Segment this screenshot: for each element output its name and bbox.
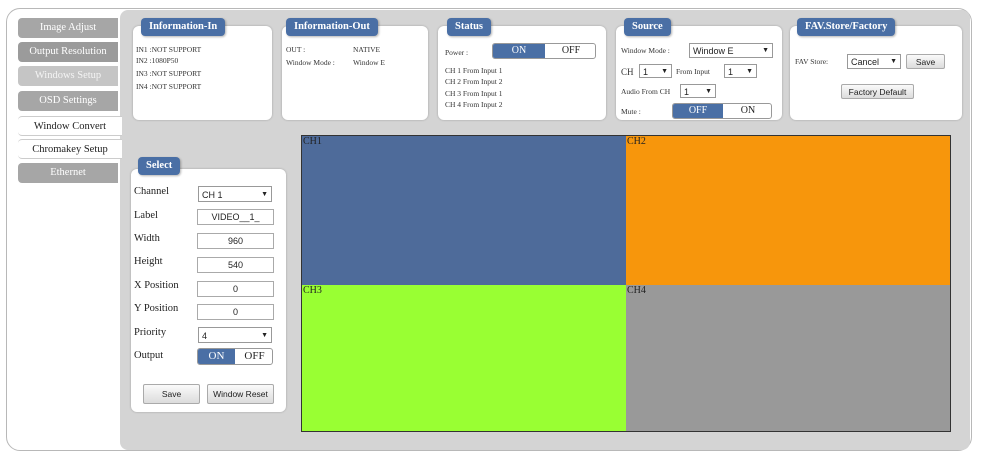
output-off-option[interactable]: OFF <box>235 349 272 364</box>
width-label: Width <box>134 233 160 244</box>
from-input-label: From Input <box>676 67 710 76</box>
window-reset-button[interactable]: Window Reset <box>207 384 274 404</box>
save-button[interactable]: Save <box>143 384 200 404</box>
y-position-input[interactable]: 0 <box>197 304 274 320</box>
output-toggle[interactable]: ON OFF <box>197 348 273 365</box>
factory-default-button[interactable]: Factory Default <box>841 84 914 99</box>
chevron-down-icon: ▼ <box>746 68 753 75</box>
info-in-panel: IN1 :NOT SUPPORT IN2 :1080P50 IN3 :NOT S… <box>133 26 272 120</box>
ch-label: CH <box>621 67 634 77</box>
channel-select[interactable]: CH 1 ▼ <box>198 186 272 202</box>
fav-save-button[interactable]: Save <box>906 54 945 69</box>
label-input[interactable]: VIDEO__1_ <box>197 209 274 225</box>
from-input-select[interactable]: 1 ▼ <box>724 64 757 78</box>
channel-window-label: CH4 <box>627 285 646 296</box>
chevron-down-icon: ▼ <box>705 88 712 95</box>
power-toggle[interactable]: ON OFF <box>492 43 596 59</box>
channel-window-3[interactable]: CH3 <box>302 285 626 431</box>
select-panel: Channel CH 1 ▼ Label VIDEO__1_ Width 960 … <box>131 169 286 412</box>
output-label: Output <box>134 350 164 361</box>
fav-title: FAV.Store/Factory <box>797 18 896 36</box>
chevron-down-icon: ▼ <box>661 68 668 75</box>
window-mode-value: Window E <box>353 58 385 67</box>
fav-store-label: FAV Store: <box>795 57 829 66</box>
chevron-down-icon: ▼ <box>261 191 268 198</box>
out-value: NATIVE <box>353 45 381 54</box>
chevron-down-icon: ▼ <box>890 58 897 65</box>
status-panel: Power : ON OFF CH 1 From Input 1 CH 2 Fr… <box>438 26 606 120</box>
width-input[interactable]: 960 <box>197 233 274 249</box>
tab-output-resolution[interactable]: Output Resolution <box>18 42 118 62</box>
info-in-line-1: IN1 :NOT SUPPORT <box>136 45 202 54</box>
fav-panel: FAV Store: Cancel ▼ Save Factory Default <box>790 26 962 120</box>
window-mode-label: Window Mode : <box>286 58 335 67</box>
tab-image-adjust[interactable]: Image Adjust <box>18 18 118 38</box>
source-title: Source <box>624 18 671 36</box>
info-out-panel: OUT : NATIVE Window Mode : Window E <box>282 26 428 120</box>
ch-select[interactable]: 1 ▼ <box>639 64 672 78</box>
channel-window-label: CH2 <box>627 136 646 147</box>
info-in-line-4: IN4 :NOT SUPPORT <box>136 82 202 91</box>
power-label: Power : <box>445 48 469 57</box>
channel-label: Channel <box>134 186 169 197</box>
info-in-line-2: IN2 :1080P50 <box>136 56 179 65</box>
power-off-option[interactable]: OFF <box>545 44 595 58</box>
y-position-label: Y Position <box>134 303 179 314</box>
window-preview: CH1 CH2 CH3 CH4 <box>301 135 951 432</box>
chevron-down-icon: ▼ <box>261 332 268 339</box>
label-label: Label <box>134 210 158 221</box>
channel-window-1[interactable]: CH1 <box>302 136 626 285</box>
mute-toggle[interactable]: OFF ON <box>672 103 772 119</box>
select-title: Select <box>138 157 181 175</box>
priority-select[interactable]: 4 ▼ <box>198 327 272 343</box>
tab-windows-setup[interactable]: Windows Setup <box>18 66 118 86</box>
mute-off-option[interactable]: OFF <box>673 104 723 118</box>
tab-chromakey-setup[interactable]: Chromakey Setup <box>18 139 122 159</box>
channel-window-label: CH1 <box>303 136 322 147</box>
out-label: OUT : <box>286 45 306 54</box>
x-position-input[interactable]: 0 <box>197 281 274 297</box>
tab-osd-settings[interactable]: OSD Settings <box>18 91 118 111</box>
source-panel: Window Mode : Window E ▼ CH 1 ▼ From Input… <box>616 26 782 120</box>
priority-label: Priority <box>134 327 167 338</box>
info-out-title: Information-Out <box>286 18 378 36</box>
mute-label: Mute : <box>621 107 641 116</box>
window-mode-select[interactable]: Window E ▼ <box>689 43 773 58</box>
audio-from-ch-label: Audio From CH <box>621 87 671 96</box>
fav-store-select[interactable]: Cancel ▼ <box>847 54 901 69</box>
height-label: Height <box>134 256 163 267</box>
info-in-title: Information-In <box>141 18 226 36</box>
status-line-4: CH 4 From Input 2 <box>445 100 503 109</box>
status-title: Status <box>447 18 492 36</box>
x-position-label: X Position <box>134 280 179 291</box>
output-on-option[interactable]: ON <box>198 349 235 364</box>
power-on-option[interactable]: ON <box>493 44 545 58</box>
audio-from-ch-select[interactable]: 1 ▼ <box>680 84 716 98</box>
channel-window-2[interactable]: CH2 <box>626 136 950 285</box>
mute-on-option[interactable]: ON <box>723 104 771 118</box>
tab-window-convert[interactable]: Window Convert <box>18 116 122 136</box>
info-in-line-3: IN3 :NOT SUPPORT <box>136 69 202 78</box>
height-input[interactable]: 540 <box>197 257 274 273</box>
status-line-3: CH 3 From Input 1 <box>445 89 503 98</box>
channel-window-label: CH3 <box>303 285 322 296</box>
status-line-1: CH 1 From Input 1 <box>445 66 503 75</box>
tab-ethernet[interactable]: Ethernet <box>18 163 118 183</box>
source-window-mode-label: Window Mode : <box>621 46 670 55</box>
chevron-down-icon: ▼ <box>762 47 769 54</box>
status-line-2: CH 2 From Input 2 <box>445 77 503 86</box>
channel-window-4[interactable]: CH4 <box>626 285 950 431</box>
